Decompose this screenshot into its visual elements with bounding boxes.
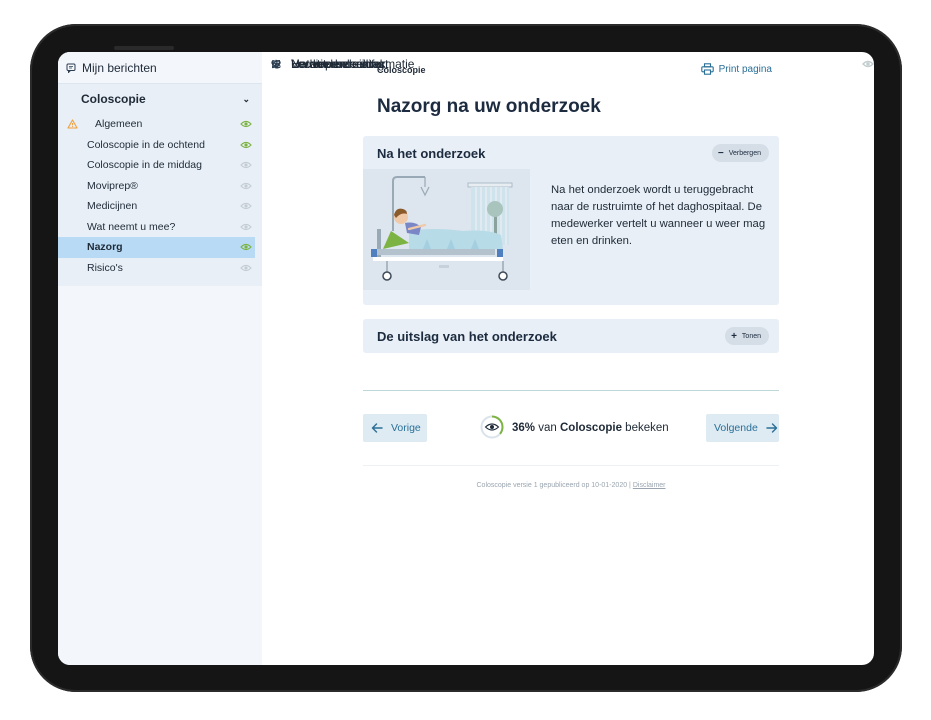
hide-label: Verbergen	[728, 149, 761, 157]
progress-tail: bekeken	[625, 422, 669, 434]
main-content: Coloscopie Print pagina Nazorg na uw ond…	[262, 52, 874, 665]
breadcrumb[interactable]: Coloscopie	[377, 65, 426, 75]
accordion-de-uitslag: De uitslag van het onderzoek + Tonen	[363, 319, 779, 353]
accordion-header[interactable]: De uitslag van het onderzoek + Tonen	[363, 319, 779, 353]
accordion-title: De uitslag van het onderzoek	[377, 328, 557, 344]
arrow-left-icon	[371, 421, 383, 436]
accordion-header[interactable]: Na het onderzoek − Verbergen	[363, 136, 779, 170]
sidebar-messages-label: Mijn berichten	[82, 60, 157, 75]
progress-subject: Coloscopie	[559, 422, 622, 434]
minus-icon: −	[717, 147, 724, 159]
sidebar-item-medicijnen[interactable]: Medicijnen	[58, 196, 262, 217]
next-label: Volgende	[714, 422, 758, 434]
sidebar-item-middag[interactable]: Coloscopie in de middag	[58, 155, 262, 176]
next-button[interactable]: Volgende	[706, 414, 779, 442]
sidebar-item-algemeen[interactable]: Algemeen	[58, 114, 262, 135]
sidebar-item-label: Nazorg	[87, 241, 123, 254]
eye-icon-unseen	[240, 161, 252, 169]
previous-button[interactable]: Vorige	[363, 414, 427, 442]
sidebar-messages[interactable]: Mijn berichten	[58, 52, 262, 84]
sidebar-section-title[interactable]: Coloscopie ⌄	[58, 84, 262, 114]
sidebar-section-label: Coloscopie	[81, 92, 146, 106]
hide-button[interactable]: − Verbergen	[711, 144, 769, 162]
sidebar-item-nazorg[interactable]: Nazorg	[58, 237, 255, 258]
accordion-body-text: Na het onderzoek wordt u teruggebracht n…	[551, 184, 766, 247]
progress-mid: van	[538, 422, 557, 434]
previous-label: Vorige	[391, 422, 421, 434]
tablet-button	[114, 46, 174, 50]
progress-ring	[480, 415, 504, 442]
eye-icon-unseen	[240, 182, 252, 190]
sidebar-item-wat-neemt-u-mee[interactable]: Wat neemt u mee?	[58, 217, 262, 238]
hospital-bed-illustration	[363, 169, 530, 290]
progress-percent: 36%	[512, 422, 536, 434]
warning-icon	[65, 119, 79, 129]
print-button[interactable]: Print pagina	[700, 63, 772, 75]
accordion-title: Na het onderzoek	[377, 145, 486, 161]
sidebar-item-label: Moviprep®	[87, 179, 138, 192]
footer-divider	[363, 465, 779, 466]
eye-icon-unseen	[240, 264, 252, 272]
sidebar-item-moviprep[interactable]: Moviprep®	[58, 176, 262, 197]
printer-icon	[700, 63, 719, 75]
page-title: Nazorg na uw onderzoek	[377, 96, 601, 117]
arrow-right-icon	[766, 421, 778, 436]
chevron-down-icon: ⌄	[242, 93, 250, 104]
progress-indicator: 36% van Coloscopie bekeken	[480, 414, 669, 442]
sidebar-item-ochtend[interactable]: Coloscopie in de ochtend	[58, 135, 262, 156]
eye-icon-seen	[240, 141, 252, 149]
sidebar-item-label: Coloscopie in de middag	[87, 159, 202, 172]
sidebar: Mijn berichten Coloscopie ⌄ Het onderzoe…	[58, 52, 874, 665]
sidebar-section: Coloscopie ⌄ Het onderzoek Uw voorbereid…	[58, 57, 874, 286]
sidebar-item-risicos[interactable]: Risico's	[58, 258, 262, 279]
eye-icon-seen	[240, 120, 252, 128]
show-button[interactable]: + Tonen	[725, 327, 769, 345]
sidebar-item-label: Algemeen	[95, 118, 143, 131]
show-label: Tonen	[741, 332, 761, 340]
footer-text: Coloscopie versie 1 gepubliceerd op 10-0…	[476, 482, 631, 489]
sidebar-item-label: Medicijnen	[87, 200, 138, 213]
footer: Coloscopie versie 1 gepubliceerd op 10-0…	[363, 482, 779, 489]
accordion-na-het-onderzoek: Na het onderzoek − Verbergen Na het onde…	[363, 136, 779, 305]
eye-icon-unseen	[240, 223, 252, 231]
eye-icon-seen	[240, 243, 252, 251]
divider	[363, 390, 779, 391]
print-label: Print pagina	[718, 63, 772, 75]
chat-icon	[66, 63, 76, 73]
sidebar-item-label: Coloscopie in de ochtend	[87, 138, 205, 151]
sidebar-item-label: Risico's	[87, 261, 123, 274]
plus-icon: +	[731, 330, 737, 342]
disclaimer-link[interactable]: Disclaimer	[633, 482, 666, 489]
eye-icon-unseen	[240, 202, 252, 210]
screen: Mijn berichten Coloscopie ⌄ Het onderzoe…	[58, 52, 874, 665]
sidebar-item-label: Wat neemt u mee?	[87, 220, 176, 233]
